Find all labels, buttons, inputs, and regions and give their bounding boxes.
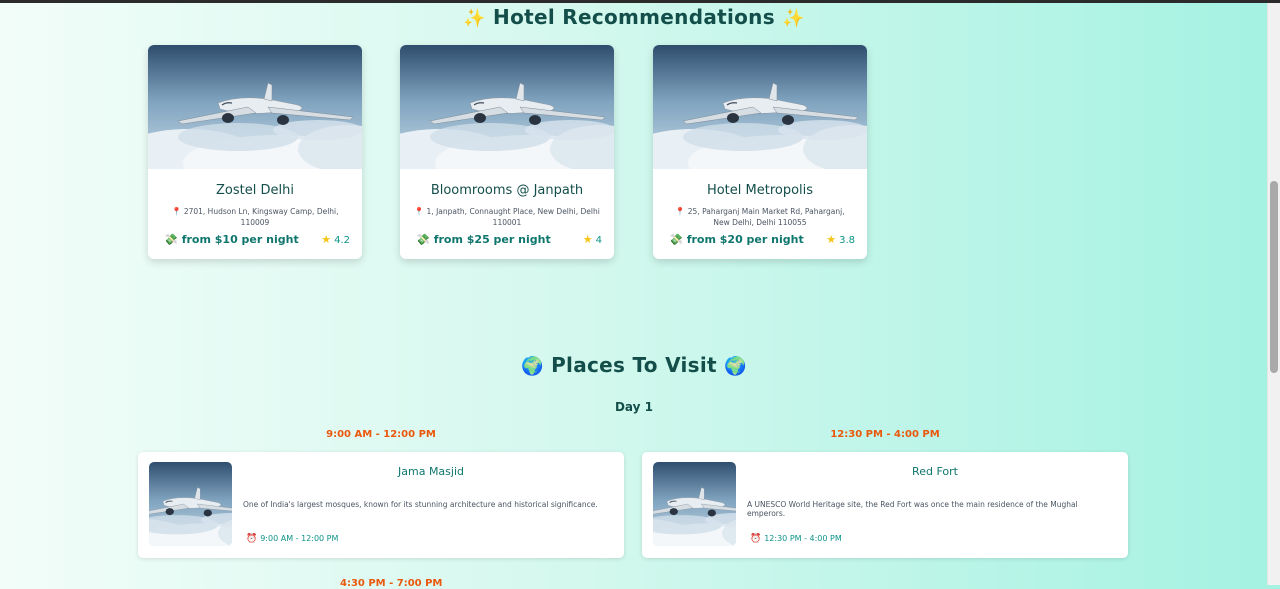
hotel-rating-value: 4: [595, 235, 602, 246]
hotel-address-text: 2701, Hudson Ln, Kingsway Camp, Delhi, 1…: [183, 207, 339, 227]
money-icon: 💸: [416, 233, 430, 246]
hotel-section-title-text: Hotel Recommendations: [493, 5, 775, 29]
star-icon: ★: [826, 233, 837, 246]
place-name: Jama Masjid: [398, 465, 464, 478]
globe-icon: 🌍: [521, 356, 544, 377]
hotel-image: [148, 45, 362, 169]
map-pin-icon: 📍: [414, 207, 425, 216]
hotel-card[interactable]: Bloomrooms @ Janpath 📍 1, Janpath, Conna…: [400, 45, 614, 259]
hotel-rating: ★ 3.8: [826, 233, 855, 246]
hotel-address: 📍 2701, Hudson Ln, Kingsway Camp, Delhi,…: [162, 206, 348, 228]
place-time-text: 9:00 AM - 12:00 PM: [260, 534, 339, 543]
hotel-card[interactable]: Hotel Metropolis 📍 25, Paharganj Main Ma…: [653, 45, 867, 259]
hotel-address: 📍 25, Paharganj Main Market Rd, Pahargan…: [667, 206, 853, 228]
hotel-image: [400, 45, 614, 169]
hotel-price-text: from $25 per night: [433, 233, 551, 246]
hotel-name: Hotel Metropolis: [706, 183, 814, 198]
hotel-address-text: 25, Paharganj Main Market Rd, Paharganj,…: [687, 207, 845, 227]
money-icon: 💸: [669, 233, 683, 246]
hotel-price: 💸 from $20 per night: [669, 233, 804, 246]
alarm-clock-icon: ⏰: [750, 534, 762, 544]
place-time: ⏰ 12:30 PM - 4:00 PM: [750, 534, 842, 544]
hotel-address-text: 1, Janpath, Connaught Place, New Delhi, …: [426, 207, 600, 227]
hotel-footer: 💸 from $20 per night ★ 3.8: [669, 233, 855, 246]
money-icon: 💸: [164, 233, 178, 246]
hotel-rating: ★ 4: [583, 233, 602, 246]
hotel-name: Bloomrooms @ Janpath: [430, 183, 584, 198]
time-slot-label: 9:00 AM - 12:00 PM: [326, 429, 436, 440]
hotel-price-text: from $20 per night: [686, 233, 804, 246]
star-icon: ★: [321, 233, 332, 246]
hotel-footer: 💸 from $10 per night ★ 4.2: [164, 233, 350, 246]
map-pin-icon: 📍: [675, 207, 686, 216]
hotel-address: 📍 1, Janpath, Connaught Place, New Delhi…: [414, 206, 600, 228]
hotel-image: [653, 45, 867, 169]
hotel-card[interactable]: Zostel Delhi 📍 2701, Hudson Ln, Kingsway…: [148, 45, 362, 259]
hotel-price: 💸 from $10 per night: [164, 233, 299, 246]
hotel-rating-value: 3.8: [839, 235, 855, 246]
sparkles-icon: ✨: [463, 8, 486, 29]
time-slot-label: 12:30 PM - 4:00 PM: [830, 429, 940, 440]
hotel-footer: 💸 from $25 per night ★ 4: [416, 233, 602, 246]
hotel-rating-value: 4.2: [334, 235, 350, 246]
place-description: One of India's largest mosques, known fo…: [243, 500, 598, 509]
place-image: [149, 462, 232, 546]
place-card[interactable]: Red Fort A UNESCO World Heritage site, t…: [642, 452, 1128, 558]
places-section-title: 🌍 Places To Visit 🌍: [0, 353, 1268, 377]
hotel-price-text: from $10 per night: [181, 233, 299, 246]
place-description: A UNESCO World Heritage site, the Red Fo…: [747, 500, 1078, 518]
map-pin-icon: 📍: [171, 207, 182, 216]
globe-icon: 🌍: [724, 356, 747, 377]
hotel-rating: ★ 4.2: [321, 233, 350, 246]
sparkles-icon: ✨: [782, 8, 805, 29]
day-label: Day 1: [614, 400, 654, 414]
place-time: ⏰ 9:00 AM - 12:00 PM: [246, 534, 338, 544]
vertical-scrollbar[interactable]: [1267, 3, 1280, 585]
alarm-clock-icon: ⏰: [246, 534, 258, 544]
place-image: [653, 462, 736, 546]
time-slot-label: 4:30 PM - 7:00 PM: [340, 578, 443, 589]
star-icon: ★: [582, 233, 593, 246]
hotel-name: Zostel Delhi: [216, 183, 294, 198]
hotel-price: 💸 from $25 per night: [416, 233, 551, 246]
page: ✨ Hotel Recommendations ✨ Zostel Delhi 📍…: [0, 3, 1268, 589]
hotel-section-title: ✨ Hotel Recommendations ✨: [0, 5, 1268, 29]
scrollbar-thumb[interactable]: [1270, 181, 1278, 373]
place-name: Red Fort: [912, 465, 958, 478]
places-section-title-text: Places To Visit: [551, 353, 717, 377]
place-time-text: 12:30 PM - 4:00 PM: [764, 534, 842, 543]
place-card[interactable]: Jama Masjid One of India's largest mosqu…: [138, 452, 624, 558]
